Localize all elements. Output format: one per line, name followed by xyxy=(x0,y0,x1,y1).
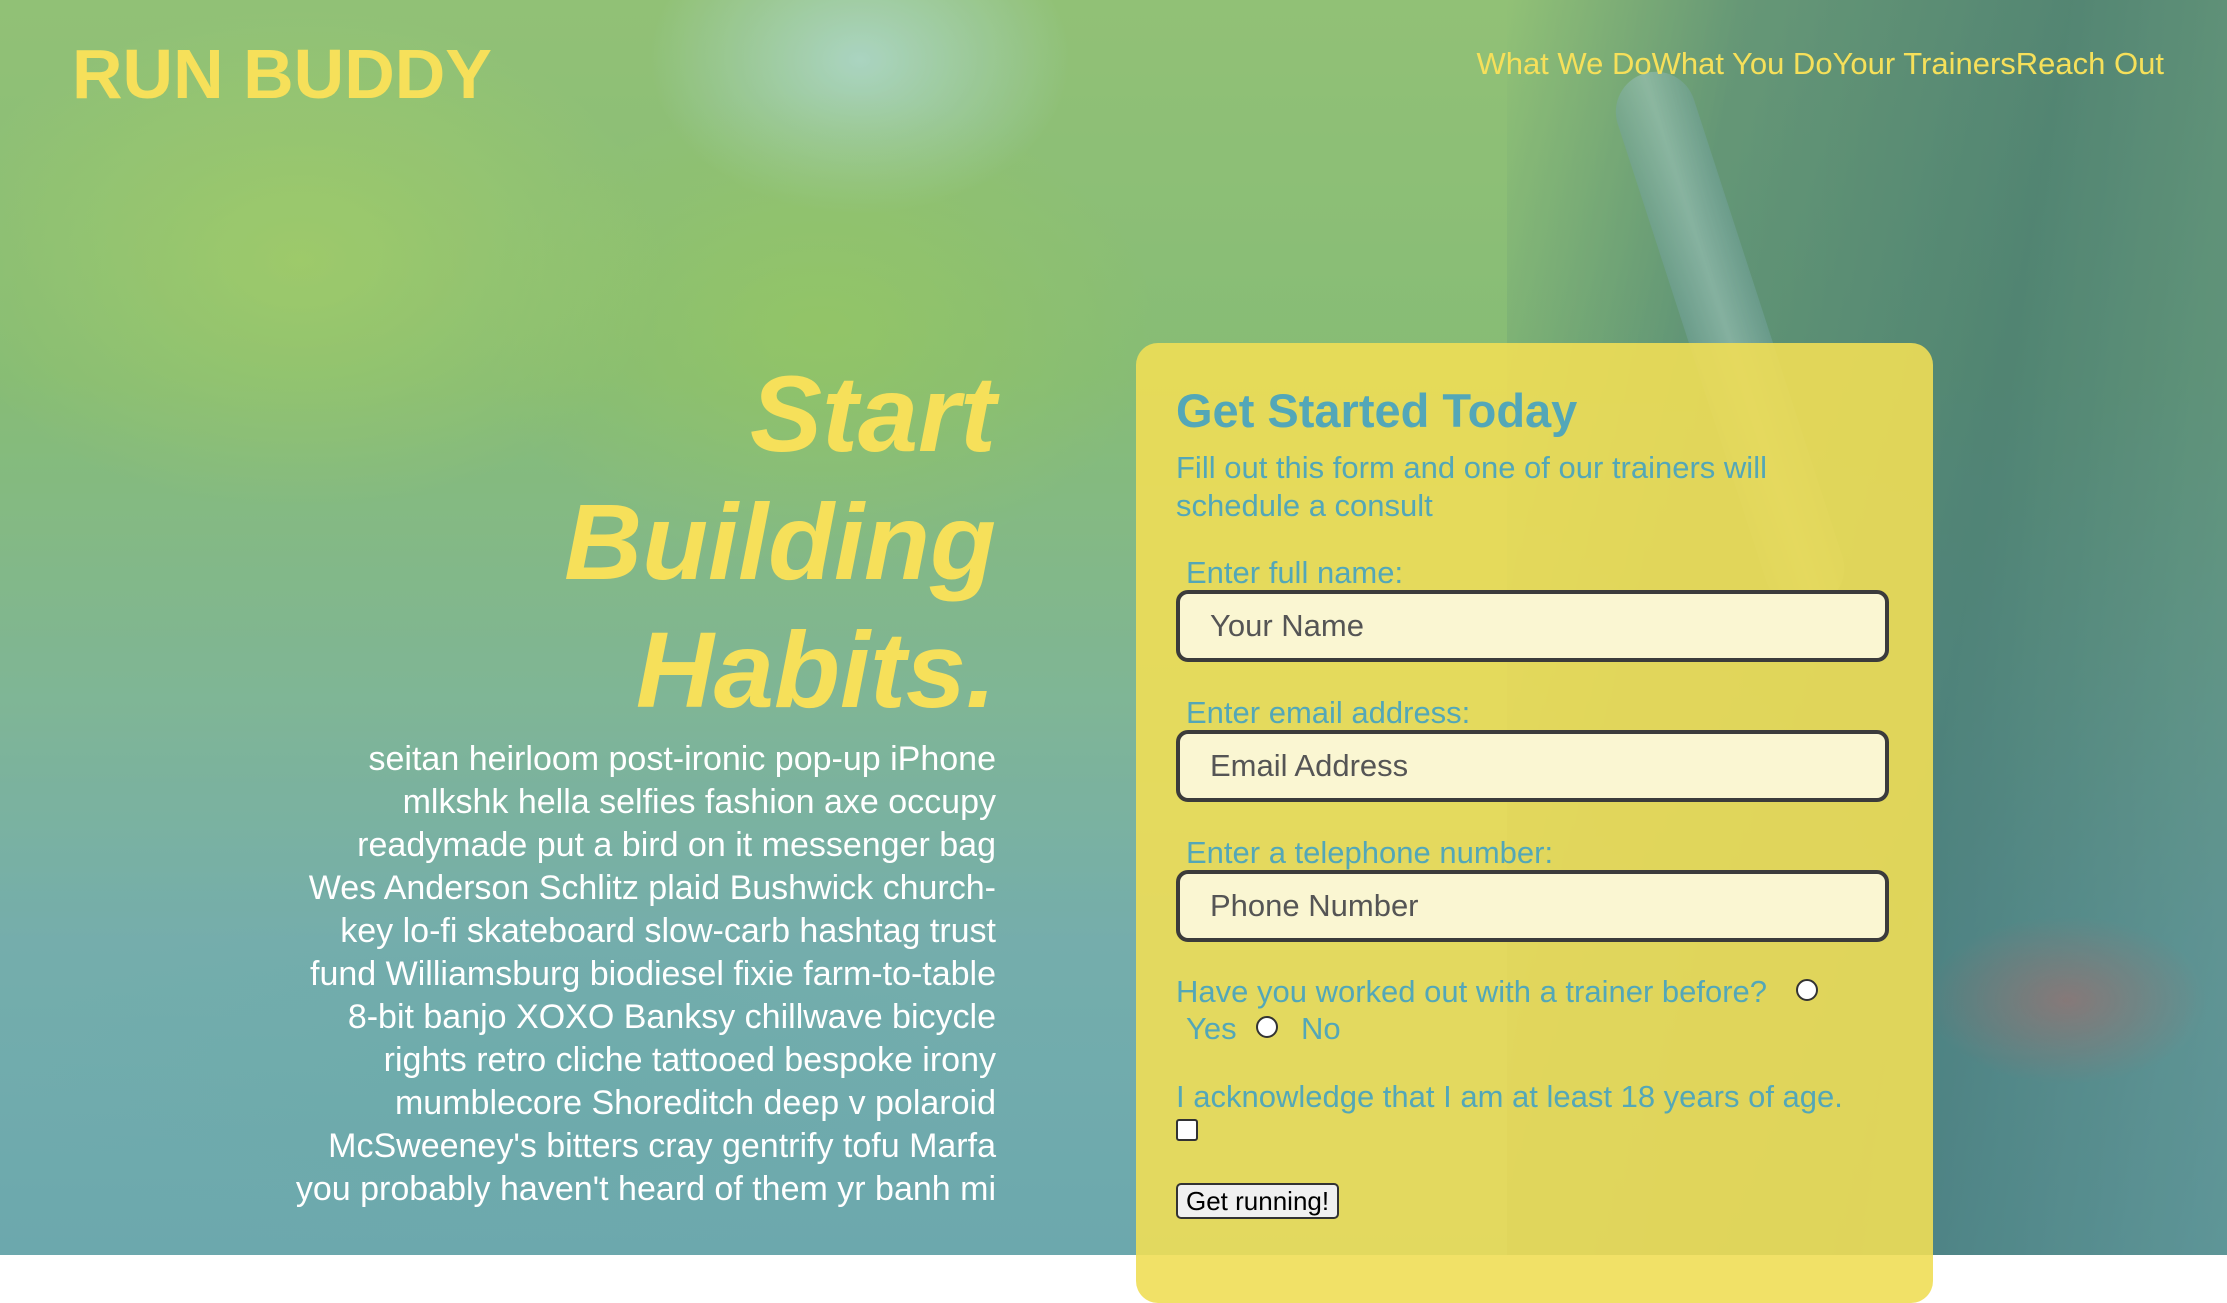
hero-heading-line-3: Habits. xyxy=(635,609,996,730)
nav-what-you-do[interactable]: What You Do xyxy=(1652,46,1833,82)
nav-your-trainers[interactable]: Your Trainers xyxy=(1833,46,2016,82)
trainer-question: Have you worked out with a trainer befor… xyxy=(1176,974,1768,1009)
get-running-button[interactable]: Get running! xyxy=(1176,1183,1340,1219)
name-field-wrapper xyxy=(1176,590,1889,662)
age-checkbox[interactable] xyxy=(1176,1119,1198,1141)
email-label: Enter email address: xyxy=(1186,695,1471,730)
name-label: Enter full name: xyxy=(1186,555,1404,590)
form-subtitle: Fill out this form and one of our traine… xyxy=(1176,450,1767,523)
phone-input[interactable] xyxy=(1180,874,1885,938)
trainer-no-radio[interactable] xyxy=(1256,1016,1278,1038)
trainer-no-label: No xyxy=(1301,1011,1341,1046)
main-nav: What We Do What You Do Your Trainers Rea… xyxy=(1476,46,2164,82)
trainer-yes-label: Yes xyxy=(1186,1011,1237,1046)
signup-form: Get Started Today Fill out this form and… xyxy=(1136,343,1933,1303)
phone-label: Enter a telephone number: xyxy=(1186,835,1554,870)
nav-what-we-do[interactable]: What We Do xyxy=(1476,46,1651,82)
hero-heading-line-2: Building xyxy=(564,481,996,602)
hero-body-text: seitan heirloom post-ironic pop-up iPhon… xyxy=(295,740,996,1208)
hero-section: Start Building Habits. seitan heirloom p… xyxy=(290,350,996,1211)
hero-heading-line-1: Start xyxy=(749,353,996,474)
email-field-wrapper xyxy=(1176,730,1889,802)
email-input[interactable] xyxy=(1180,734,1885,798)
site-logo[interactable]: RUN BUDDY xyxy=(72,34,492,114)
name-input[interactable] xyxy=(1180,594,1885,658)
site-header: RUN BUDDY What We Do What You Do Your Tr… xyxy=(0,0,2227,150)
hero-heading: Start Building Habits. xyxy=(290,350,996,734)
age-acknowledgement: I acknowledge that I am at least 18 year… xyxy=(1176,1079,1843,1114)
trainer-yes-radio[interactable] xyxy=(1796,979,1818,1001)
nav-reach-out[interactable]: Reach Out xyxy=(2016,46,2164,82)
form-title: Get Started Today xyxy=(1176,384,1578,437)
phone-field-wrapper xyxy=(1176,870,1889,942)
